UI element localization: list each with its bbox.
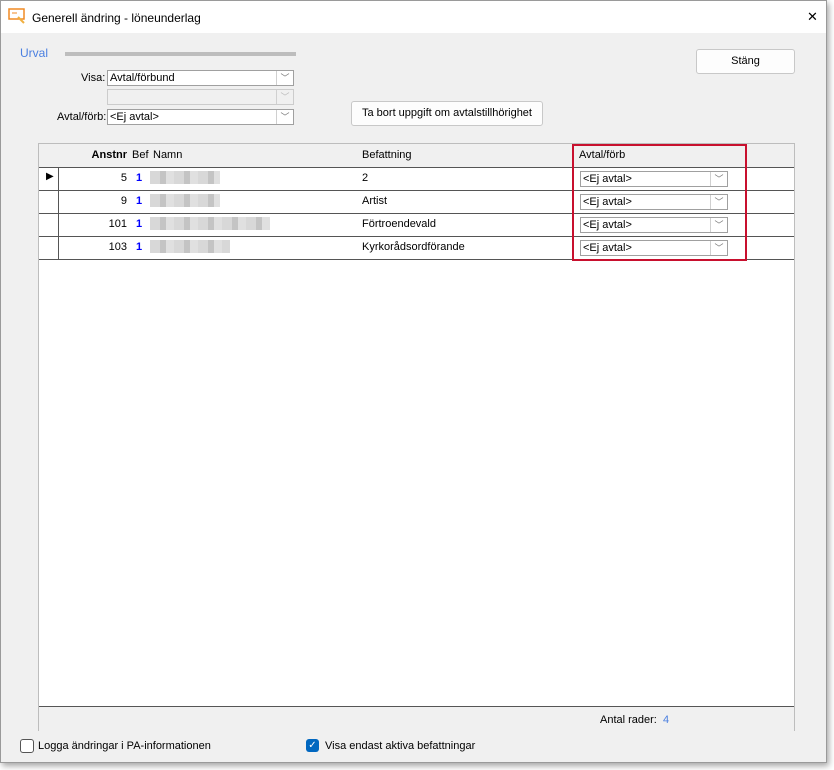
- cell-bef: 1: [136, 241, 143, 253]
- header-befattning[interactable]: Befattning: [362, 149, 412, 161]
- title-bar: Generell ändring - löneunderlag ✕: [1, 1, 826, 33]
- chevron-down-icon: ﹀: [276, 110, 293, 124]
- row-indicator-divider: [58, 167, 59, 260]
- visa-select[interactable]: Avtal/förbund ﹀: [107, 70, 294, 86]
- secondary-select[interactable]: ﹀: [107, 89, 294, 105]
- redacted-name: [150, 194, 220, 207]
- visa-value: Avtal/förbund: [110, 72, 175, 84]
- cell-befattning: Artist: [362, 195, 388, 207]
- urval-heading: Urval: [20, 46, 49, 60]
- avtal-label: Avtal/förb:: [57, 111, 107, 123]
- header-anstnr[interactable]: Anstnr: [92, 149, 127, 161]
- urval-divider: [65, 52, 296, 56]
- antal-rader-label: Antal rader:: [600, 714, 657, 726]
- cell-bef: 1: [136, 195, 143, 207]
- redacted-name: [150, 217, 270, 230]
- app-icon: [8, 8, 25, 24]
- stang-button[interactable]: Stäng: [696, 49, 795, 74]
- cell-anstnr: 101: [108, 218, 127, 230]
- avtal-value: <Ej avtal>: [110, 111, 159, 123]
- avtal-select[interactable]: <Ej avtal> ﹀: [107, 109, 294, 125]
- cell-anstnr: 103: [108, 241, 127, 253]
- dialog-window: Generell ändring - löneunderlag ✕ Urval …: [0, 0, 827, 763]
- window-title: Generell ändring - löneunderlag: [32, 11, 201, 25]
- close-button[interactable]: ✕: [807, 9, 818, 25]
- grid-footer: Antal rader: 4: [39, 706, 794, 731]
- cell-anstnr: 5: [120, 172, 127, 184]
- chevron-down-icon: ﹀: [276, 90, 293, 104]
- antal-rader-value: 4: [663, 714, 670, 726]
- logga-label: Logga ändringar i PA-informationen: [38, 740, 211, 752]
- header-bef[interactable]: Bef: [132, 149, 149, 161]
- redacted-name: [150, 171, 220, 184]
- cell-befattning: Kyrkorådsordförande: [362, 241, 465, 253]
- visa-aktiva-label: Visa endast aktiva befattningar: [325, 740, 476, 752]
- cell-anstnr: 9: [120, 195, 127, 207]
- header-namn[interactable]: Namn: [153, 149, 182, 161]
- ta-bort-button[interactable]: Ta bort uppgift om avtalstillhörighet: [351, 101, 543, 126]
- current-row-icon: ▶: [46, 171, 54, 182]
- checkmark-icon: ✓: [308, 740, 317, 751]
- visa-aktiva-checkbox[interactable]: ✓: [306, 739, 319, 752]
- redacted-name: [150, 240, 230, 253]
- cell-befattning: 2: [362, 172, 369, 184]
- cell-bef: 1: [136, 172, 143, 184]
- cell-bef: 1: [136, 218, 143, 230]
- logga-checkbox[interactable]: [20, 739, 34, 753]
- highlight-box: [572, 144, 747, 261]
- chevron-down-icon: ﹀: [276, 71, 293, 85]
- cell-befattning: Förtroendevald: [362, 218, 436, 230]
- visa-label: Visa:: [81, 72, 106, 84]
